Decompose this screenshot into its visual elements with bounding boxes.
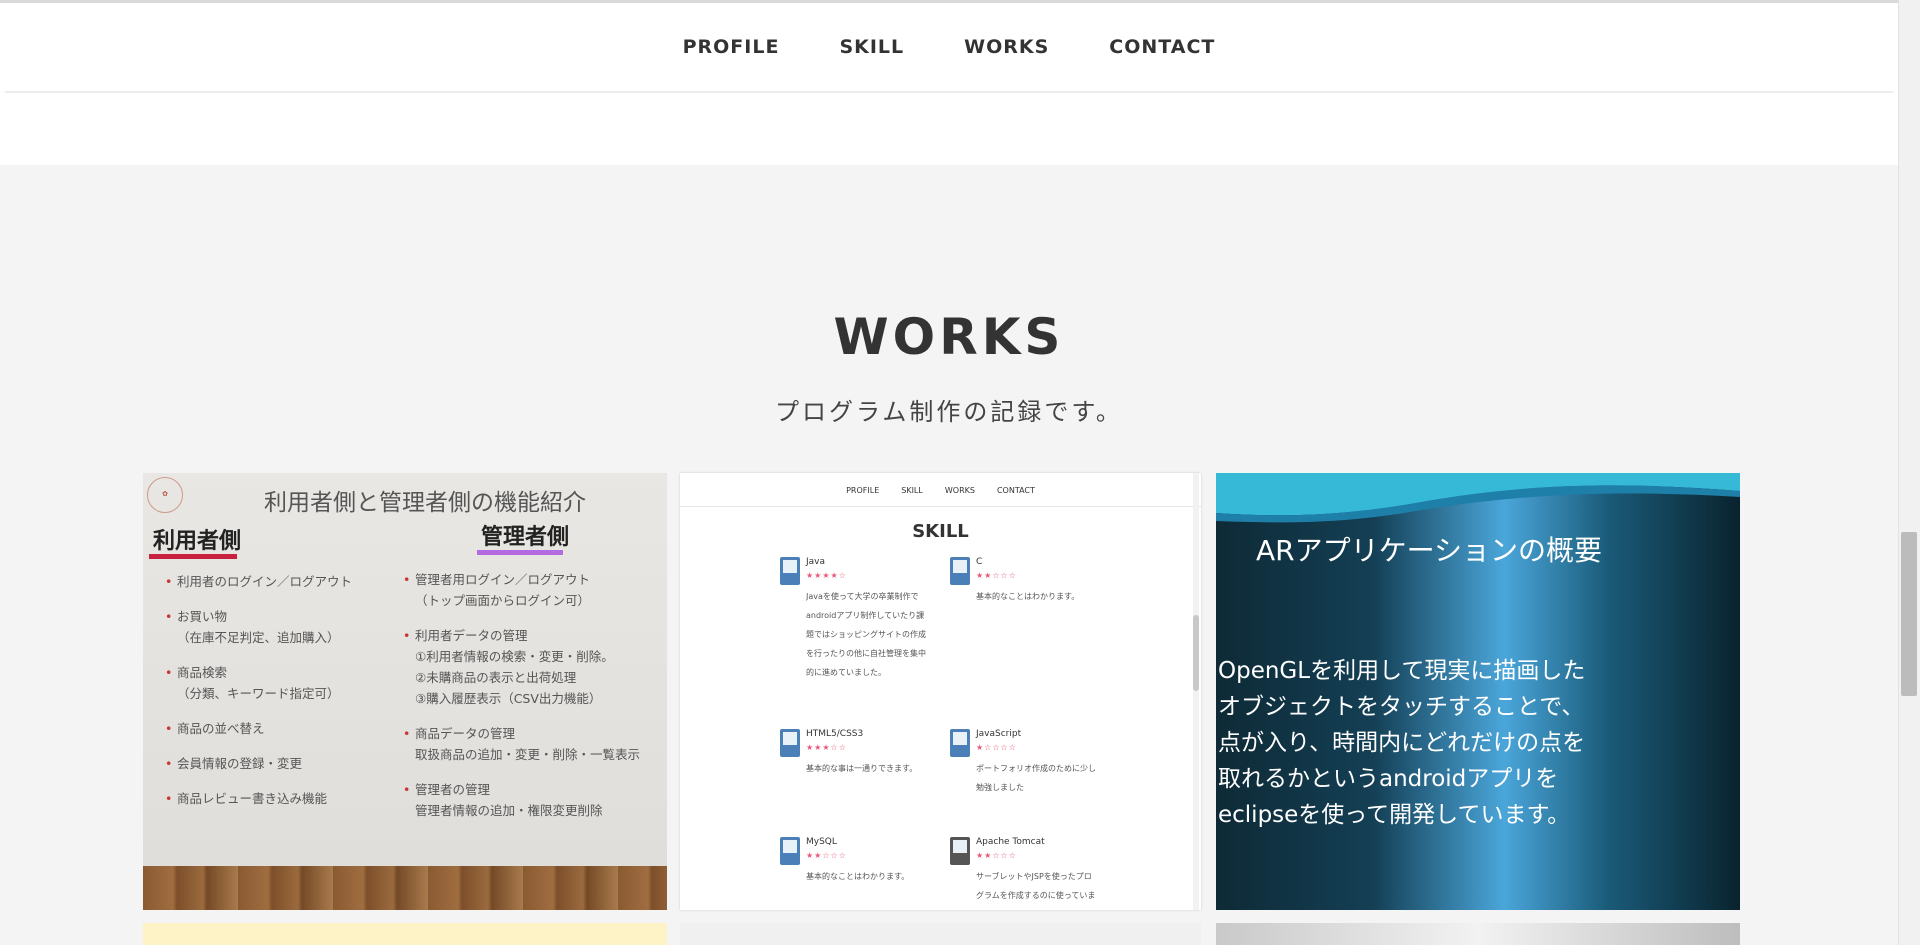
mini-nav-divider [680, 506, 1201, 507]
works-subtitle: プログラム制作の記録です。 [775, 398, 1123, 426]
page-scroll-thumb[interactable] [1901, 532, 1917, 696]
nav-contact[interactable]: CONTACT [1109, 36, 1215, 58]
mini-nav: PROFILE SKILL WORKS CONTACT [680, 486, 1201, 495]
works-title: WORKS [833, 308, 1065, 366]
user-side-heading: 利用者側 [153, 529, 242, 554]
nav-works[interactable]: WORKS [964, 36, 1049, 58]
skill-name: HTML5/CSS3 [806, 729, 864, 739]
skill-title: SKILL [912, 521, 969, 542]
computer-icon [950, 729, 970, 757]
preview-scrollbar [1193, 473, 1199, 910]
list-item: 利用者データの管理 ①利用者情報の検索・変更・削除。 ②未購商品の表示と出荷処理… [403, 625, 663, 709]
computer-icon [780, 729, 800, 757]
work-card-ec-site[interactable]: ✿ 利用者側と管理者側の機能紹介 利用者側 管理者側 利用者のログイン／ログアウ… [143, 473, 667, 910]
skill-description: Javaを使って大学の卒業制作でandroidアプリ制作していたり課題ではショッ… [806, 592, 926, 677]
wood-floor-decoration [143, 866, 667, 910]
star-rating: ★★★☆☆ [806, 743, 847, 752]
work-card-portfolio-skill[interactable]: PROFILE SKILL WORKS CONTACT SKILL Java ★… [680, 473, 1201, 910]
mini-nav-item: WORKS [944, 486, 975, 495]
ar-app-description: OpenGLを利用して現実に描画したオブジェクトをタッチすることで、点が入り、時… [1218, 658, 1586, 828]
work-card-ar-app[interactable]: ARアプリケーションの概要 OpenGLを利用して現実に描画したオブジェクトをタ… [1216, 473, 1740, 910]
skill-name: JavaScript [976, 729, 1022, 739]
preview-scroll-thumb [1193, 615, 1199, 691]
main-nav: PROFILE SKILL WORKS CONTACT [5, 3, 1893, 93]
nav-profile[interactable]: PROFILE [683, 36, 780, 58]
list-item: 利用者のログイン／ログアウト [165, 571, 365, 592]
star-rating: ★★☆☆☆ [976, 851, 1017, 860]
nav-skill[interactable]: SKILL [839, 36, 904, 58]
mini-nav-item: SKILL [901, 486, 923, 495]
list-item: 商品レビュー書き込み機能 [165, 788, 365, 809]
work-card-6[interactable] [1216, 923, 1740, 945]
admin-features-list: 管理者用ログイン／ログアウト （トップ画面からログイン可） 利用者データの管理 … [403, 569, 663, 835]
list-item: 商品データの管理 取扱商品の追加・変更・削除・一覧表示 [403, 723, 663, 765]
admin-side-heading: 管理者側 [481, 525, 570, 550]
computer-icon [950, 557, 970, 585]
work-card-5[interactable] [680, 923, 1201, 945]
list-item: 商品の並べ替え [165, 718, 365, 739]
card1-title: 利用者側と管理者側の機能紹介 [264, 490, 586, 516]
user-underline [149, 554, 237, 559]
star-rating: ★☆☆☆☆ [976, 743, 1017, 752]
skill-name: MySQL [806, 837, 837, 847]
database-icon [780, 837, 800, 865]
skill-description: ポートフォリオ作成のために少し勉強しました [976, 764, 1096, 792]
list-item: 会員情報の登録・変更 [165, 753, 365, 774]
site-header: PROFILE SKILL WORKS CONTACT [0, 0, 1898, 165]
skill-description: 基本的な事は一通りできます。 [806, 764, 918, 773]
skill-name: Apache Tomcat [976, 837, 1045, 847]
list-item: 管理者の管理 管理者情報の追加・権限変更削除 [403, 779, 663, 821]
computer-icon [780, 557, 800, 585]
list-item: 管理者用ログイン／ログアウト （トップ画面からログイン可） [403, 569, 663, 611]
admin-underline [477, 550, 563, 555]
star-rating: ★★☆☆☆ [806, 851, 847, 860]
server-icon [950, 837, 970, 865]
star-rating: ★★☆☆☆ [976, 571, 1017, 580]
skill-description: サーブレットやJSPを使ったプログラムを作成するのに使っています [976, 872, 1096, 900]
mini-nav-item: PROFILE [846, 486, 880, 495]
list-item: 商品検索 （分類、キーワード指定可） [165, 662, 365, 704]
page-scrollbar[interactable] [1898, 0, 1920, 945]
work-card-4[interactable] [143, 923, 667, 945]
list-item: お買い物 （在庫不足判定、追加購入） [165, 606, 365, 648]
skill-name: C [976, 557, 983, 567]
skill-description: 基本的なことはわかります。 [976, 592, 1080, 601]
mini-nav-item: CONTACT [996, 486, 1035, 495]
user-features-list: 利用者のログイン／ログアウト お買い物 （在庫不足判定、追加購入） 商品検索 （… [165, 571, 365, 823]
ar-app-title: ARアプリケーションの概要 [1256, 534, 1603, 567]
skill-name: Java [806, 557, 826, 567]
skill-description: 基本的なことはわかります。 [806, 872, 910, 881]
star-rating: ★★★★☆ [806, 571, 847, 580]
